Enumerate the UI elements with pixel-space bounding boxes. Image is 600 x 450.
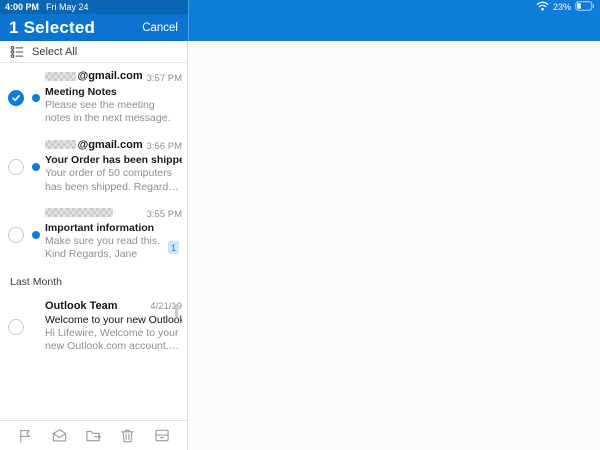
bottom-toolbar [0, 420, 187, 450]
reading-pane-empty [189, 41, 600, 450]
move-folder-icon[interactable] [81, 424, 105, 448]
email-row[interactable]: @gmail.com 3:56 PM Your Order has been s… [0, 132, 187, 201]
outlook-mail-screen: 4:00 PM Fri May 24 23% 1 Selected Cancel… [0, 0, 600, 450]
email-sender: @gmail.com [45, 70, 143, 82]
selection-header: 1 Selected Cancel [0, 14, 188, 41]
select-all-label: Select All [32, 45, 78, 58]
email-sender: @gmail.com [45, 139, 143, 151]
status-bar: 4:00 PM Fri May 24 23% [0, 0, 600, 14]
email-sender: Outlook Team [45, 299, 118, 312]
email-subject: Your Order has been shipped [45, 154, 182, 167]
unread-dot [32, 162, 40, 171]
section-header-last-month: Last Month [10, 275, 62, 288]
email-time: 3:57 PM [146, 72, 182, 84]
status-date: Fri May 24 [46, 2, 89, 12]
email-subject: Meeting Notes [45, 85, 117, 98]
email-time: 3:56 PM [146, 141, 182, 153]
unread-dot [32, 230, 40, 239]
scrollbar[interactable] [175, 304, 178, 317]
status-time: 4:00 PM [5, 2, 40, 12]
email-preview: Hi Lifewire, Welcome to your new Outlook… [45, 326, 179, 353]
redacted-sender-block [45, 71, 77, 81]
email-row[interactable]: 3:55 PM Important information Make sure … [0, 201, 187, 268]
email-subject: Welcome to your new Outlook.co... [45, 313, 182, 326]
redacted-sender-block [45, 207, 113, 217]
email-preview: Please see the meeting notes in the next… [45, 98, 171, 125]
select-all-row[interactable]: Select All [0, 41, 187, 63]
page-title: 1 Selected [9, 17, 96, 37]
email-row[interactable]: @gmail.com 3:57 PM Meeting Notes Please … [0, 63, 187, 132]
select-circle[interactable] [8, 158, 24, 175]
select-circle[interactable] [8, 226, 24, 243]
email-preview: Your order of 50 computers has been ship… [45, 167, 177, 193]
flag-icon[interactable] [13, 424, 37, 448]
trash-icon[interactable] [116, 424, 140, 448]
count-badge: 1 [168, 241, 179, 255]
redacted-sender-block [45, 140, 77, 150]
select-circle[interactable] [8, 318, 24, 335]
battery-percent: 23% [552, 2, 571, 12]
email-subject: Important information [45, 221, 155, 234]
email-time: 3:55 PM [146, 208, 182, 220]
archive-icon[interactable] [150, 424, 174, 448]
select-all-icon [10, 45, 24, 59]
selected-check-icon[interactable] [8, 89, 24, 106]
mail-list-panel: Select All @gmail.com 3:57 PM Meeting No… [0, 41, 188, 450]
email-preview: Make sure you read this. Kind Regards, J… [45, 234, 160, 261]
unread-dot [32, 93, 40, 102]
envelope-icon[interactable] [47, 424, 71, 448]
email-sender [45, 207, 114, 217]
email-row[interactable]: Outlook Team 4/21/19 Welcome to your new… [0, 293, 187, 360]
wifi-icon [536, 1, 549, 13]
cancel-button[interactable]: Cancel [142, 22, 178, 34]
battery-icon [575, 1, 595, 13]
